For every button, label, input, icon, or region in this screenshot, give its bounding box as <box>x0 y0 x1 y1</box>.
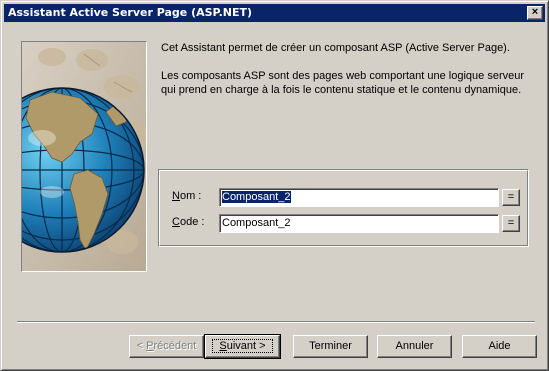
code-label-rest: ode : <box>179 216 205 228</box>
name-label: Nom : <box>172 190 201 202</box>
next-accel: S <box>219 340 227 352</box>
wizard-globe-image <box>21 41 147 272</box>
wizard-window: Assistant Active Server Page (ASP.NET) × <box>0 0 549 371</box>
button-separator <box>17 321 535 323</box>
globe-illustration <box>22 42 146 271</box>
code-label-accel: C <box>172 216 180 228</box>
previous-button[interactable]: < Précédent <box>129 335 204 358</box>
code-input[interactable]: Composant_2 <box>219 214 499 233</box>
previous-accel: P <box>146 340 154 352</box>
intro-line-1: Cet Assistant permet de créer un composa… <box>161 42 510 54</box>
name-input-value: Composant_2 <box>222 191 291 203</box>
name-equals-button[interactable]: = <box>502 189 520 206</box>
code-label: Code : <box>172 216 204 228</box>
properties-group <box>158 169 529 247</box>
previous-prefix: < <box>136 340 147 352</box>
name-label-accel: N <box>172 190 180 202</box>
window-title: Assistant Active Server Page (ASP.NET) <box>8 6 253 19</box>
title-bar[interactable]: Assistant Active Server Page (ASP.NET) × <box>4 4 545 22</box>
intro-text: Cet Assistant permet de créer un composa… <box>161 41 531 111</box>
previous-rest: récédent <box>153 340 197 352</box>
help-button[interactable]: Aide <box>462 335 537 358</box>
next-button[interactable]: Suivant > <box>204 334 281 359</box>
next-rest: uivant > <box>226 340 266 352</box>
finish-button[interactable]: Terminer <box>293 335 368 358</box>
cancel-button[interactable]: Annuler <box>377 335 452 358</box>
intro-line-2: Les composants ASP sont des pages web co… <box>161 70 525 96</box>
code-equals-button[interactable]: = <box>502 215 520 232</box>
name-input[interactable]: Composant_2 <box>219 188 499 207</box>
close-button[interactable]: × <box>527 6 543 20</box>
code-input-value: Composant_2 <box>222 217 291 229</box>
name-label-rest: om : <box>179 190 202 202</box>
